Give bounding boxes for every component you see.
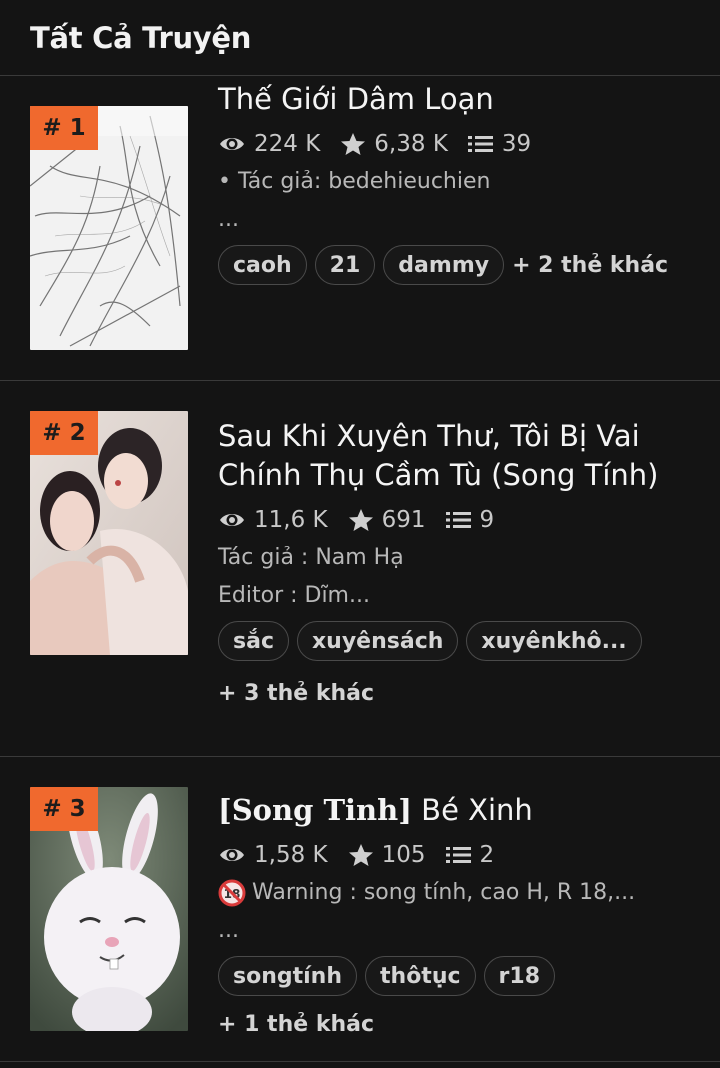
list-icon <box>445 847 471 863</box>
tag-chip[interactable]: thôtục <box>365 956 476 996</box>
warning-text: Warning : song tính, cao H, R 18,... <box>252 880 636 905</box>
story-title[interactable]: Sau Khi Xuyên Thư, Tôi Bị Vai Chính Thụ … <box>218 417 700 495</box>
star-icon <box>341 133 366 155</box>
chapters-stat: 9 <box>445 507 495 533</box>
story-title[interactable]: [Song Tinh] Bé Xinh <box>218 791 700 830</box>
tag-list: sắc xuyênsách xuyênkhô... <box>218 621 700 669</box>
story-stats: 224 K 6,38 K 39 <box>218 127 700 161</box>
story-title-line[interactable]: Sau Khi Xuyên Thư, Tôi Bị Vai <box>218 417 700 456</box>
story-item[interactable]: # 2 Sau Khi Xuyên Thư, Tôi Bị Vai Chính … <box>0 381 720 757</box>
rating-count: 6,38 K <box>374 131 448 157</box>
story-item[interactable]: # 1 Thế Giới Dâm Loạn 224 K 6,38 K 39 • … <box>0 76 720 381</box>
views-stat: 1,58 K <box>218 842 328 868</box>
story-cover[interactable]: # 2 <box>30 411 188 655</box>
description-line: Tác giả : Nam Hạ <box>218 545 404 570</box>
description-line: Editor : Dĩm... <box>218 583 370 608</box>
tag-chip[interactable]: dammy <box>383 245 505 285</box>
list-icon <box>445 512 471 528</box>
story-cover[interactable]: # 3 <box>30 787 188 1031</box>
tag-chip[interactable]: songtính <box>218 956 358 996</box>
rank-badge: # 2 <box>30 411 98 455</box>
chapters-count: 2 <box>479 842 495 868</box>
chapters-count: 39 <box>501 131 532 157</box>
rating-stat: 691 <box>348 507 426 533</box>
star-icon <box>348 844 373 866</box>
tag-chip[interactable]: xuyênsách <box>296 621 459 661</box>
story-info: Thế Giới Dâm Loạn 224 K 6,38 K 39 • Tác … <box>218 80 700 293</box>
tag-chip[interactable]: 21 <box>314 245 376 285</box>
views-count: 224 K <box>254 131 321 157</box>
description-line: 18 Warning : song tính, cao H, R 18,... <box>218 874 700 912</box>
description-line: • Tác giả: bedehieuchien <box>218 169 491 194</box>
eye-icon <box>220 138 244 150</box>
rating-stat: 6,38 K <box>340 131 448 157</box>
story-description: Tác giả : Nam Hạ Editor : Dĩm... <box>218 539 700 615</box>
story-stats: 1,58 K 105 2 <box>218 838 700 872</box>
views-stat: 11,6 K <box>218 507 328 533</box>
chapters-stat: 2 <box>445 842 495 868</box>
rank-badge: # 1 <box>30 106 98 150</box>
description-line: ... <box>218 918 239 943</box>
star-icon <box>348 509 373 531</box>
more-tags-link[interactable]: + 2 thẻ khác <box>512 245 668 285</box>
story-info: [Song Tinh] Bé Xinh 1,58 K 105 2 18 <box>218 789 700 1052</box>
chapters-stat: 39 <box>467 131 532 157</box>
story-cover[interactable]: # 1 <box>30 106 188 350</box>
rating-count: 691 <box>381 507 426 533</box>
more-tags-link[interactable]: + 1 thẻ khác <box>218 1004 374 1044</box>
story-info: Sau Khi Xuyên Thư, Tôi Bị Vai Chính Thụ … <box>218 415 700 721</box>
story-title[interactable]: Thế Giới Dâm Loạn <box>218 80 700 119</box>
story-title-prefix[interactable]: [Song Tinh] <box>218 793 412 827</box>
list-icon <box>467 136 493 152</box>
story-description: • Tác giả: bedehieuchien ... <box>218 163 700 239</box>
eye-icon <box>220 514 244 526</box>
views-count: 11,6 K <box>254 507 328 533</box>
tag-list: caoh 21 dammy + 2 thẻ khác <box>218 245 700 293</box>
tag-chip[interactable]: caoh <box>218 245 307 285</box>
more-tags-link[interactable]: + 3 thẻ khác <box>218 673 700 713</box>
tag-chip[interactable]: xuyênkhô... <box>466 621 642 661</box>
story-title-suffix[interactable]: Bé Xinh <box>412 793 533 827</box>
story-item[interactable]: # 3 [Song Tinh] Bé Xinh 1,58 K 105 2 War… <box>0 757 720 1062</box>
story-title-line[interactable]: Chính Thụ Cầm Tù (Song Tính) <box>218 456 700 495</box>
rating-stat: 105 <box>348 842 426 868</box>
tag-list: songtính thôtục r18 + 1 thẻ khác <box>218 956 700 1052</box>
description-line: ... <box>218 207 239 232</box>
page-header: Tất Cả Truyện <box>0 0 720 76</box>
tag-chip[interactable]: sắc <box>218 621 289 661</box>
chapters-count: 9 <box>479 507 495 533</box>
page-title: Tất Cả Truyện <box>30 20 252 55</box>
no-under-18-icon: 18 <box>218 879 246 907</box>
views-count: 1,58 K <box>254 842 328 868</box>
story-description: 18 Warning : song tính, cao H, R 18,... … <box>218 874 700 950</box>
rank-badge: # 3 <box>30 787 98 831</box>
story-stats: 11,6 K 691 9 <box>218 503 700 537</box>
eye-icon <box>220 849 244 861</box>
tag-chip[interactable]: r18 <box>483 956 555 996</box>
views-stat: 224 K <box>218 131 320 157</box>
story-title-text[interactable]: Thế Giới Dâm Loạn <box>218 82 494 116</box>
rating-count: 105 <box>381 842 426 868</box>
